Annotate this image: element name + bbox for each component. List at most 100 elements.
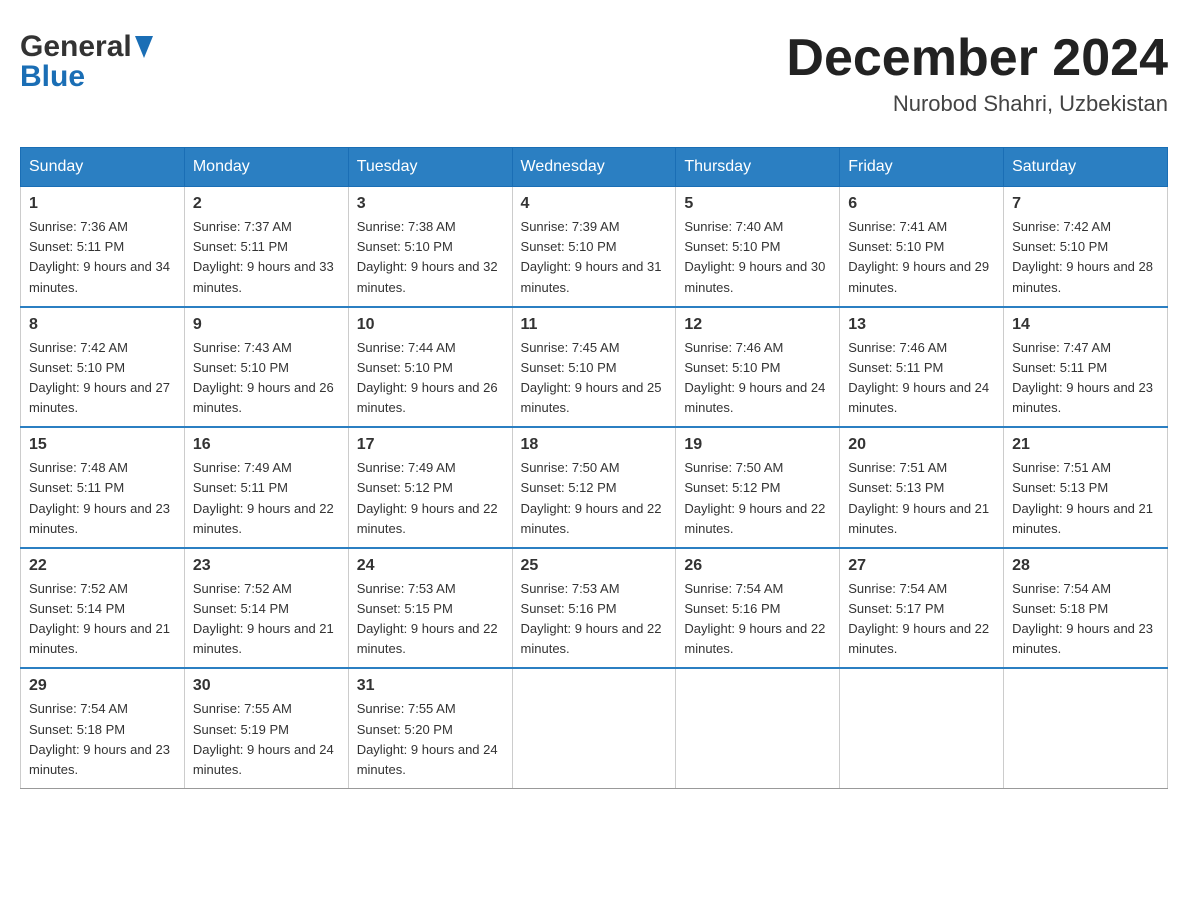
sunset-label: Sunset: 5:12 PM bbox=[684, 480, 780, 495]
header-wednesday: Wednesday bbox=[512, 148, 676, 187]
sunset-label: Sunset: 5:16 PM bbox=[521, 601, 617, 616]
day-number: 13 bbox=[848, 316, 995, 334]
daylight-label: Daylight: 9 hours and 26 minutes. bbox=[357, 380, 498, 415]
table-row: 23 Sunrise: 7:52 AM Sunset: 5:14 PM Dayl… bbox=[184, 548, 348, 669]
sunrise-label: Sunrise: 7:54 AM bbox=[1012, 581, 1111, 596]
daylight-label: Daylight: 9 hours and 22 minutes. bbox=[684, 621, 825, 656]
sunrise-label: Sunrise: 7:37 AM bbox=[193, 219, 292, 234]
day-info: Sunrise: 7:52 AM Sunset: 5:14 PM Dayligh… bbox=[193, 579, 340, 660]
table-row: 28 Sunrise: 7:54 AM Sunset: 5:18 PM Dayl… bbox=[1004, 548, 1168, 669]
sunrise-label: Sunrise: 7:49 AM bbox=[193, 460, 292, 475]
day-number: 12 bbox=[684, 316, 831, 334]
sunrise-label: Sunrise: 7:44 AM bbox=[357, 340, 456, 355]
sunrise-label: Sunrise: 7:40 AM bbox=[684, 219, 783, 234]
day-info: Sunrise: 7:36 AM Sunset: 5:11 PM Dayligh… bbox=[29, 217, 176, 298]
sunset-label: Sunset: 5:10 PM bbox=[521, 239, 617, 254]
table-row: 27 Sunrise: 7:54 AM Sunset: 5:17 PM Dayl… bbox=[840, 548, 1004, 669]
sunrise-label: Sunrise: 7:51 AM bbox=[1012, 460, 1111, 475]
sunset-label: Sunset: 5:11 PM bbox=[193, 480, 288, 495]
logo-arrow-icon bbox=[135, 36, 153, 63]
title-section: December 2024 Nurobod Shahri, Uzbekistan bbox=[786, 30, 1168, 117]
header-saturday: Saturday bbox=[1004, 148, 1168, 187]
daylight-label: Daylight: 9 hours and 27 minutes. bbox=[29, 380, 170, 415]
header-thursday: Thursday bbox=[676, 148, 840, 187]
table-row: 13 Sunrise: 7:46 AM Sunset: 5:11 PM Dayl… bbox=[840, 307, 1004, 428]
daylight-label: Daylight: 9 hours and 32 minutes. bbox=[357, 259, 498, 294]
weekday-header-row: Sunday Monday Tuesday Wednesday Thursday… bbox=[21, 148, 1168, 187]
table-row: 7 Sunrise: 7:42 AM Sunset: 5:10 PM Dayli… bbox=[1004, 187, 1168, 307]
table-row: 15 Sunrise: 7:48 AM Sunset: 5:11 PM Dayl… bbox=[21, 427, 185, 548]
header-tuesday: Tuesday bbox=[348, 148, 512, 187]
day-info: Sunrise: 7:38 AM Sunset: 5:10 PM Dayligh… bbox=[357, 217, 504, 298]
sunset-label: Sunset: 5:14 PM bbox=[193, 601, 289, 616]
daylight-label: Daylight: 9 hours and 24 minutes. bbox=[357, 742, 498, 777]
sunrise-label: Sunrise: 7:38 AM bbox=[357, 219, 456, 234]
day-number: 23 bbox=[193, 557, 340, 575]
day-number: 24 bbox=[357, 557, 504, 575]
sunrise-label: Sunrise: 7:45 AM bbox=[521, 340, 620, 355]
day-number: 30 bbox=[193, 677, 340, 695]
sunset-label: Sunset: 5:12 PM bbox=[521, 480, 617, 495]
logo: General Blue bbox=[20, 30, 153, 94]
day-info: Sunrise: 7:53 AM Sunset: 5:16 PM Dayligh… bbox=[521, 579, 668, 660]
sunrise-label: Sunrise: 7:53 AM bbox=[357, 581, 456, 596]
table-row: 2 Sunrise: 7:37 AM Sunset: 5:11 PM Dayli… bbox=[184, 187, 348, 307]
day-number: 26 bbox=[684, 557, 831, 575]
day-number: 4 bbox=[521, 195, 668, 213]
day-info: Sunrise: 7:54 AM Sunset: 5:18 PM Dayligh… bbox=[29, 699, 176, 780]
day-number: 6 bbox=[848, 195, 995, 213]
table-row: 6 Sunrise: 7:41 AM Sunset: 5:10 PM Dayli… bbox=[840, 187, 1004, 307]
sunset-label: Sunset: 5:17 PM bbox=[848, 601, 944, 616]
calendar-week-row: 15 Sunrise: 7:48 AM Sunset: 5:11 PM Dayl… bbox=[21, 427, 1168, 548]
daylight-label: Daylight: 9 hours and 23 minutes. bbox=[29, 742, 170, 777]
table-row: 11 Sunrise: 7:45 AM Sunset: 5:10 PM Dayl… bbox=[512, 307, 676, 428]
location-title: Nurobod Shahri, Uzbekistan bbox=[786, 91, 1168, 117]
table-row: 17 Sunrise: 7:49 AM Sunset: 5:12 PM Dayl… bbox=[348, 427, 512, 548]
table-row: 22 Sunrise: 7:52 AM Sunset: 5:14 PM Dayl… bbox=[21, 548, 185, 669]
table-row: 5 Sunrise: 7:40 AM Sunset: 5:10 PM Dayli… bbox=[676, 187, 840, 307]
daylight-label: Daylight: 9 hours and 21 minutes. bbox=[193, 621, 334, 656]
sunset-label: Sunset: 5:13 PM bbox=[848, 480, 944, 495]
day-number: 25 bbox=[521, 557, 668, 575]
table-row: 12 Sunrise: 7:46 AM Sunset: 5:10 PM Dayl… bbox=[676, 307, 840, 428]
day-info: Sunrise: 7:43 AM Sunset: 5:10 PM Dayligh… bbox=[193, 338, 340, 419]
table-row: 24 Sunrise: 7:53 AM Sunset: 5:15 PM Dayl… bbox=[348, 548, 512, 669]
sunset-label: Sunset: 5:10 PM bbox=[684, 360, 780, 375]
table-row: 8 Sunrise: 7:42 AM Sunset: 5:10 PM Dayli… bbox=[21, 307, 185, 428]
sunset-label: Sunset: 5:11 PM bbox=[1012, 360, 1107, 375]
sunrise-label: Sunrise: 7:54 AM bbox=[684, 581, 783, 596]
sunrise-label: Sunrise: 7:48 AM bbox=[29, 460, 128, 475]
table-row: 21 Sunrise: 7:51 AM Sunset: 5:13 PM Dayl… bbox=[1004, 427, 1168, 548]
day-number: 9 bbox=[193, 316, 340, 334]
day-info: Sunrise: 7:49 AM Sunset: 5:12 PM Dayligh… bbox=[357, 458, 504, 539]
calendar-table: Sunday Monday Tuesday Wednesday Thursday… bbox=[20, 147, 1168, 789]
day-info: Sunrise: 7:52 AM Sunset: 5:14 PM Dayligh… bbox=[29, 579, 176, 660]
daylight-label: Daylight: 9 hours and 21 minutes. bbox=[1012, 501, 1153, 536]
sunrise-label: Sunrise: 7:47 AM bbox=[1012, 340, 1111, 355]
day-number: 22 bbox=[29, 557, 176, 575]
sunrise-label: Sunrise: 7:49 AM bbox=[357, 460, 456, 475]
day-info: Sunrise: 7:46 AM Sunset: 5:10 PM Dayligh… bbox=[684, 338, 831, 419]
table-row: 10 Sunrise: 7:44 AM Sunset: 5:10 PM Dayl… bbox=[348, 307, 512, 428]
day-info: Sunrise: 7:51 AM Sunset: 5:13 PM Dayligh… bbox=[848, 458, 995, 539]
sunrise-label: Sunrise: 7:51 AM bbox=[848, 460, 947, 475]
sunset-label: Sunset: 5:15 PM bbox=[357, 601, 453, 616]
day-number: 16 bbox=[193, 436, 340, 454]
day-info: Sunrise: 7:53 AM Sunset: 5:15 PM Dayligh… bbox=[357, 579, 504, 660]
sunset-label: Sunset: 5:11 PM bbox=[29, 480, 124, 495]
sunrise-label: Sunrise: 7:36 AM bbox=[29, 219, 128, 234]
day-number: 3 bbox=[357, 195, 504, 213]
day-number: 1 bbox=[29, 195, 176, 213]
daylight-label: Daylight: 9 hours and 31 minutes. bbox=[521, 259, 662, 294]
day-number: 31 bbox=[357, 677, 504, 695]
table-row: 14 Sunrise: 7:47 AM Sunset: 5:11 PM Dayl… bbox=[1004, 307, 1168, 428]
day-number: 19 bbox=[684, 436, 831, 454]
sunset-label: Sunset: 5:16 PM bbox=[684, 601, 780, 616]
daylight-label: Daylight: 9 hours and 21 minutes. bbox=[848, 501, 989, 536]
day-info: Sunrise: 7:54 AM Sunset: 5:18 PM Dayligh… bbox=[1012, 579, 1159, 660]
table-row: 30 Sunrise: 7:55 AM Sunset: 5:19 PM Dayl… bbox=[184, 668, 348, 788]
sunset-label: Sunset: 5:10 PM bbox=[357, 360, 453, 375]
sunrise-label: Sunrise: 7:52 AM bbox=[29, 581, 128, 596]
sunset-label: Sunset: 5:10 PM bbox=[193, 360, 289, 375]
table-row: 31 Sunrise: 7:55 AM Sunset: 5:20 PM Dayl… bbox=[348, 668, 512, 788]
